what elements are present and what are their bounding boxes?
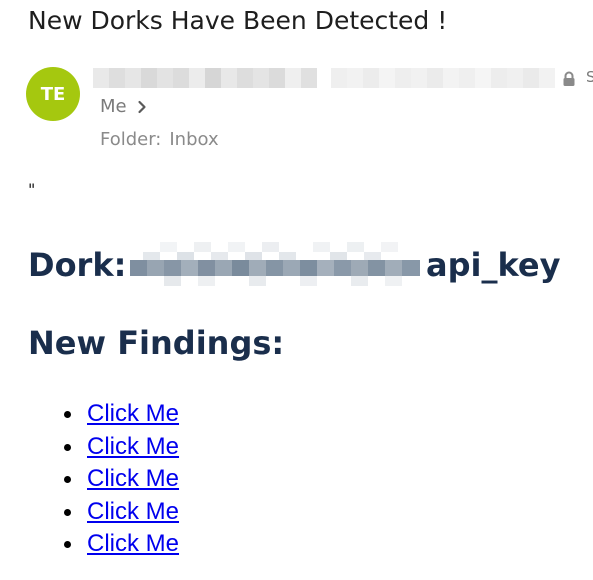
sender-trailing-text: S xyxy=(586,68,593,86)
folder-value[interactable]: Inbox xyxy=(169,129,218,150)
dork-label: Dork: xyxy=(28,246,127,284)
bullet-icon xyxy=(64,541,71,548)
bullet-icon xyxy=(64,443,71,451)
avatar-initials: TE xyxy=(40,83,66,105)
body-quote-mark: " xyxy=(28,180,36,199)
folder-info: Folder: Inbox xyxy=(100,129,219,150)
dork-value-redacted xyxy=(130,242,420,290)
recipient-toggle[interactable]: Me xyxy=(100,96,147,117)
recipient-label: Me xyxy=(100,96,127,117)
bullet-icon xyxy=(64,411,71,418)
bullet-icon xyxy=(64,476,71,483)
sender-name[interactable]: S xyxy=(93,68,593,90)
folder-label: Folder: xyxy=(100,129,162,150)
finding-link[interactable]: Click Me xyxy=(87,463,179,495)
dork-suffix: api_key xyxy=(426,246,561,284)
finding-link[interactable]: Click Me xyxy=(87,528,179,560)
sender-avatar[interactable]: TE xyxy=(26,67,80,121)
sender-email-redacted xyxy=(331,68,555,88)
lock-icon xyxy=(563,71,575,86)
new-findings-heading: New Findings: xyxy=(28,324,285,362)
chevron-right-icon xyxy=(138,100,146,113)
finding-link[interactable]: Click Me xyxy=(87,398,179,430)
email-subject: New Dorks Have Been Detected ! xyxy=(28,6,448,35)
sender-name-redacted xyxy=(93,68,317,88)
finding-link[interactable]: Click Me xyxy=(87,496,179,528)
bullet-icon xyxy=(64,508,71,516)
finding-link[interactable]: Click Me xyxy=(87,431,179,463)
